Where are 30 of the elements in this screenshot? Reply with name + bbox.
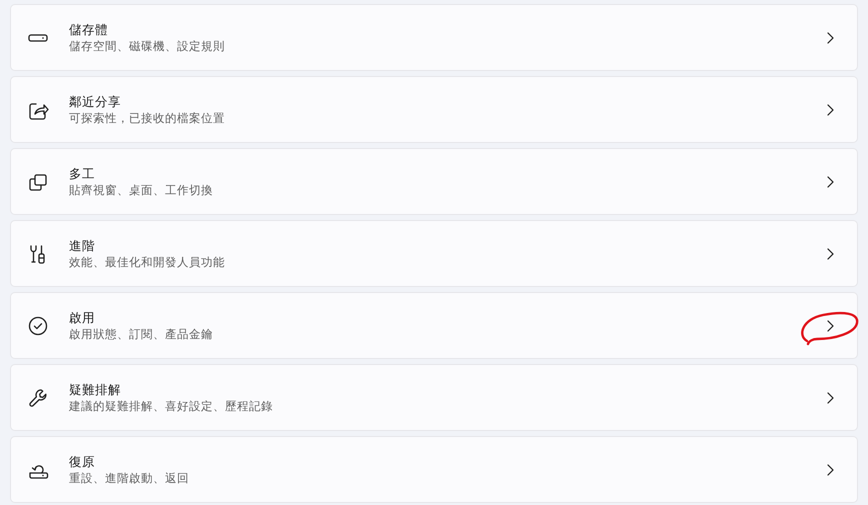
chevron-right-icon xyxy=(825,30,835,44)
chevron-right-icon xyxy=(825,102,835,116)
settings-item[interactable]: 復原 重設、進階啟動、返回 xyxy=(10,436,858,503)
chevron-right-icon xyxy=(825,174,835,188)
item-title: 鄰近分享 xyxy=(69,92,122,110)
item-description: 效能、最佳化和開發人員功能 xyxy=(69,254,226,270)
item-description: 啟用狀態、訂閱、產品金鑰 xyxy=(69,326,214,342)
chevron-right-icon xyxy=(825,462,835,476)
item-description: 建議的疑難排解、喜好設定、歷程記錄 xyxy=(69,398,274,414)
settings-item[interactable]: 進階 效能、最佳化和開發人員功能 xyxy=(10,220,858,287)
item-title: 進階 xyxy=(69,236,96,254)
item-title: 儲存體 xyxy=(69,20,109,38)
settings-item[interactable]: 疑難排解 建議的疑難排解、喜好設定、歷程記錄 xyxy=(10,364,858,431)
settings-item[interactable]: 啟用 啟用狀態、訂閱、產品金鑰 xyxy=(10,292,858,359)
check-circle-icon xyxy=(27,314,49,336)
item-description: 儲存空間、磁碟機、設定規則 xyxy=(69,38,226,54)
item-title: 復原 xyxy=(69,452,96,470)
chevron-right-icon xyxy=(825,246,835,260)
item-title: 多工 xyxy=(69,164,96,182)
settings-item[interactable]: 多工 貼齊視窗、桌面、工作切換 xyxy=(10,148,858,215)
chevron-right-icon xyxy=(825,318,835,332)
settings-item[interactable]: 鄰近分享 可探索性，已接收的檔案位置 xyxy=(10,76,858,143)
wrench-icon xyxy=(27,386,49,408)
chevron-right-icon xyxy=(825,390,835,404)
settings-item[interactable]: 儲存體 儲存空間、磁碟機、設定規則 xyxy=(10,4,858,71)
item-description: 貼齊視窗、桌面、工作切換 xyxy=(69,182,214,198)
item-description: 重設、進階啟動、返回 xyxy=(69,470,190,486)
item-title: 疑難排解 xyxy=(69,380,122,398)
item-title: 啟用 xyxy=(69,308,96,326)
item-description: 可探索性，已接收的檔案位置 xyxy=(69,110,226,126)
